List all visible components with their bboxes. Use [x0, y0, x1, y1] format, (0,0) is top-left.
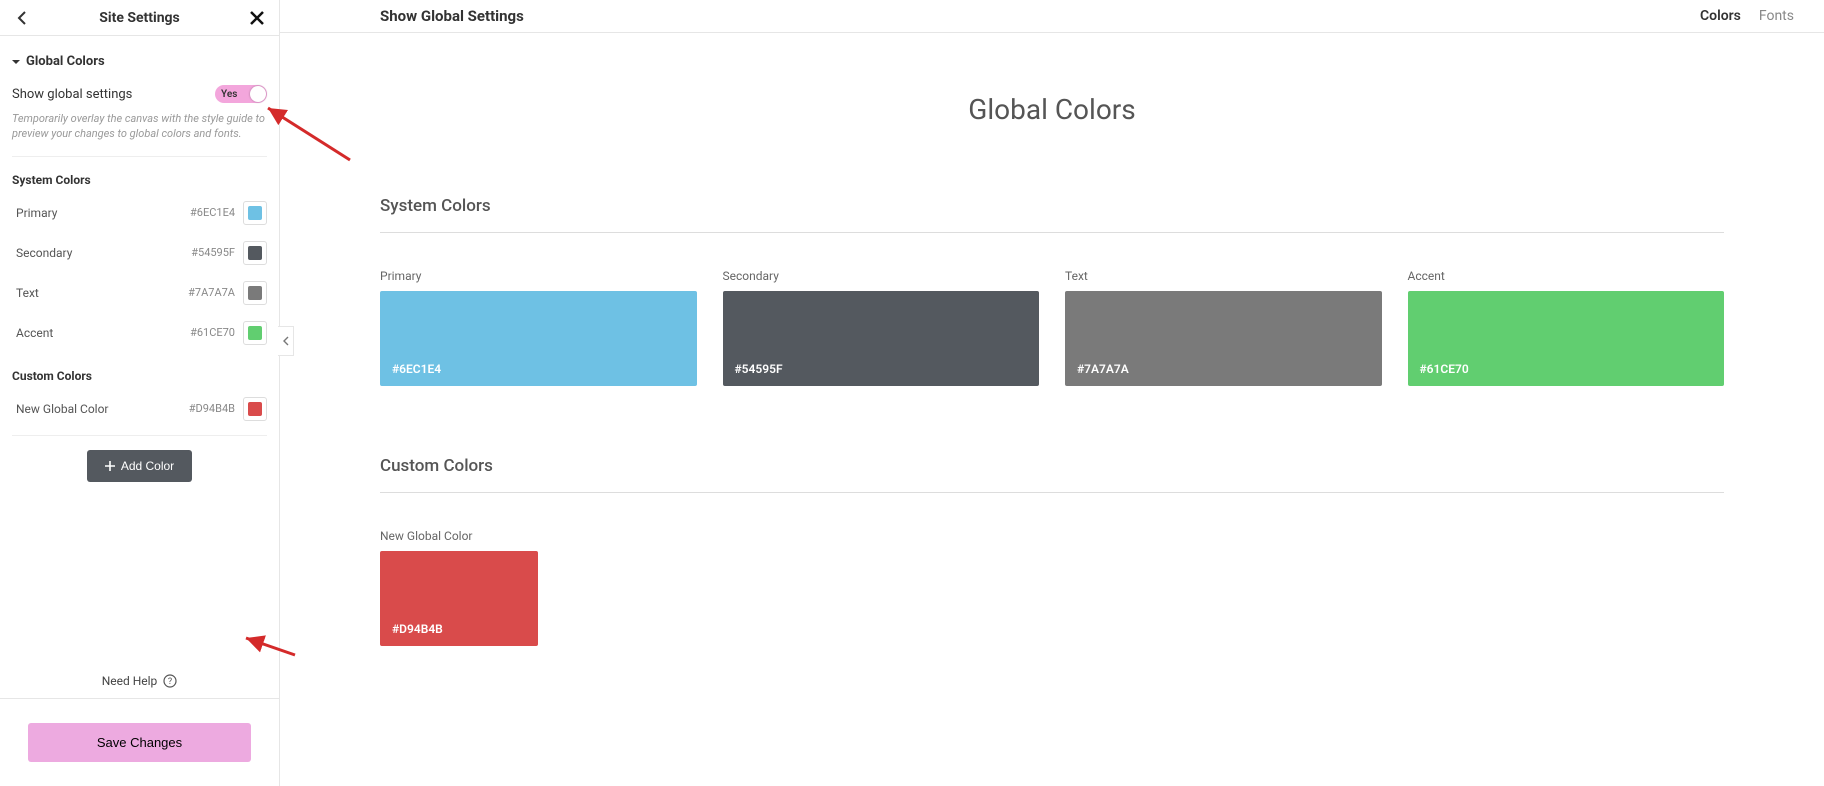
card-hex: #7A7A7A	[1077, 362, 1129, 376]
main-header: Show Global Settings Colors Fonts	[280, 0, 1824, 33]
color-row-primary: Primary #6EC1E4	[12, 193, 267, 233]
color-swatch-secondary[interactable]	[243, 241, 267, 265]
color-card-secondary: Secondary #54595F	[723, 269, 1040, 386]
add-color-label: Add Color	[121, 459, 174, 473]
color-name: Secondary	[12, 246, 72, 260]
card-label: Secondary	[723, 269, 1040, 283]
card-label: New Global Color	[380, 529, 538, 543]
color-hex-text: #D94B4B	[189, 402, 235, 415]
divider	[12, 435, 267, 436]
canvas: Global Colors System Colors Primary #6EC…	[280, 33, 1824, 646]
color-name: Primary	[12, 206, 57, 220]
card-label: Text	[1065, 269, 1382, 283]
color-hex-text: #6EC1E4	[190, 206, 235, 219]
back-button[interactable]	[12, 8, 32, 28]
need-help-label: Need Help	[102, 674, 158, 688]
color-row-accent: Accent #61CE70	[12, 313, 267, 353]
color-name: Accent	[12, 326, 53, 340]
sidebar: Site Settings Global Colors Show global …	[0, 0, 280, 786]
plus-icon	[105, 461, 115, 471]
card-swatch: #54595F	[723, 291, 1040, 386]
canvas-system-heading: System Colors	[380, 196, 1724, 233]
canvas-custom-heading: Custom Colors	[380, 456, 1724, 493]
section-toggle-global-colors[interactable]: Global Colors	[12, 46, 267, 77]
show-global-settings-row: Show global settings Yes	[12, 85, 267, 103]
card-hex: #D94B4B	[392, 622, 443, 636]
color-card-new-global: New Global Color #D94B4B	[380, 529, 538, 646]
close-icon	[250, 11, 264, 25]
tab-fonts[interactable]: Fonts	[1759, 8, 1794, 24]
section-title-text: Global Colors	[26, 54, 105, 69]
close-button[interactable]	[247, 8, 267, 28]
color-row-new-global: New Global Color #D94B4B	[12, 389, 267, 429]
card-swatch: #7A7A7A	[1065, 291, 1382, 386]
system-color-cards: Primary #6EC1E4 Secondary #54595F Text #…	[380, 269, 1724, 386]
color-name: New Global Color	[12, 402, 109, 416]
card-hex: #6EC1E4	[392, 362, 441, 376]
color-hex-text: #61CE70	[190, 326, 235, 339]
color-name: Text	[12, 286, 39, 300]
color-row-secondary: Secondary #54595F	[12, 233, 267, 273]
chevron-left-icon	[17, 11, 27, 25]
card-hex: #61CE70	[1420, 362, 1469, 376]
card-swatch: #D94B4B	[380, 551, 538, 646]
add-color-button[interactable]: Add Color	[87, 450, 192, 482]
toggle-value-text: Yes	[221, 89, 237, 100]
card-label: Accent	[1408, 269, 1725, 283]
caret-down-icon	[12, 58, 20, 66]
color-swatch-accent[interactable]	[243, 321, 267, 345]
global-colors-section: Global Colors Show global settings Yes T…	[0, 36, 279, 492]
color-card-text: Text #7A7A7A	[1065, 269, 1382, 386]
show-global-settings-toggle[interactable]: Yes	[215, 85, 267, 103]
main-header-title: Show Global Settings	[380, 7, 524, 25]
custom-color-cards: New Global Color #D94B4B	[380, 529, 1724, 646]
help-icon: ?	[163, 674, 177, 688]
card-swatch: #61CE70	[1408, 291, 1725, 386]
sidebar-title: Site Settings	[99, 10, 180, 26]
page-title: Global Colors	[380, 93, 1724, 126]
card-label: Primary	[380, 269, 697, 283]
color-hex-text: #7A7A7A	[188, 286, 235, 299]
tabs: Colors Fonts	[1700, 8, 1794, 24]
svg-text:?: ?	[168, 677, 172, 687]
need-help-link[interactable]: Need Help ?	[0, 658, 279, 698]
toggle-knob	[250, 86, 266, 102]
card-swatch: #6EC1E4	[380, 291, 697, 386]
color-swatch-text[interactable]	[243, 281, 267, 305]
main: Show Global Settings Colors Fonts Global…	[280, 0, 1824, 786]
color-swatch-primary[interactable]	[243, 201, 267, 225]
color-row-text: Text #7A7A7A	[12, 273, 267, 313]
show-global-settings-label: Show global settings	[12, 87, 132, 102]
color-swatch-new-global[interactable]	[243, 397, 267, 421]
color-card-primary: Primary #6EC1E4	[380, 269, 697, 386]
helper-text: Temporarily overlay the canvas with the …	[12, 111, 267, 157]
color-hex-text: #54595F	[191, 246, 235, 259]
custom-colors-heading: Custom Colors	[12, 369, 267, 383]
card-hex: #54595F	[735, 362, 783, 376]
save-button[interactable]: Save Changes	[28, 723, 251, 762]
color-card-accent: Accent #61CE70	[1408, 269, 1725, 386]
tab-colors[interactable]: Colors	[1700, 8, 1741, 24]
sidebar-header: Site Settings	[0, 0, 279, 36]
system-colors-heading: System Colors	[12, 173, 267, 187]
sidebar-footer: Save Changes	[0, 698, 279, 786]
